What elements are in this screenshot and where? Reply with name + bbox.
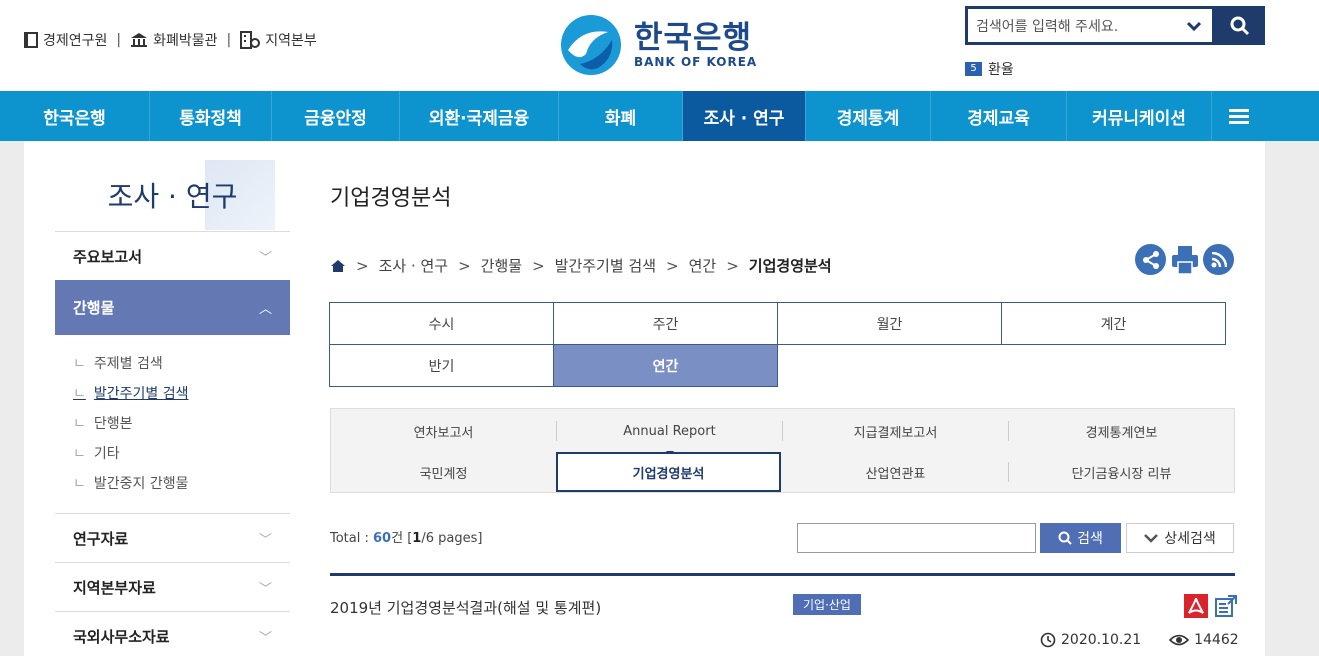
nav-item[interactable]: 경제교육 — [931, 91, 1067, 141]
item-date: 2020.10.21 — [1061, 632, 1142, 648]
pub-tab[interactable]: Annual Report — [557, 411, 782, 451]
side-group[interactable]: 연구자료 ﹀ — [55, 513, 290, 562]
external-link-icon[interactable] — [1214, 594, 1238, 622]
period-tab[interactable]: 수시 — [329, 302, 554, 345]
museum-icon — [131, 33, 148, 47]
chevron-down-icon[interactable] — [1182, 16, 1206, 35]
search-input[interactable]: 검색어를 입력해 주세요. — [965, 6, 1215, 45]
main-nav: 한국은행 통화정책 금융안정 외환·국제금융 화폐 조사 · 연구 경제통계 경… — [0, 91, 1319, 141]
util-link-museum[interactable]: 화폐박물관 — [130, 30, 218, 50]
breadcrumb-item[interactable]: 간행물 — [481, 255, 522, 276]
period-tab[interactable]: 월간 — [777, 302, 1002, 345]
pub-tab[interactable]: 연차보고서 — [331, 411, 556, 451]
side-sub-item-active[interactable]: ㄴ 발간주기별 검색 — [73, 379, 290, 409]
side-nav: 주요보고서 ﹀ 간행물 ︿ ㄴ 주제별 검색 ㄴ 발간주기별 검색 ㄴ 단행본 ㄴ 기타 ㄴ… — [55, 231, 290, 660]
rss-icon[interactable] — [1203, 244, 1234, 275]
bank-logo-icon — [561, 15, 621, 75]
side-sub-item[interactable]: ㄴ 주제별 검색 — [73, 349, 290, 379]
rank-keyword: 환율 — [988, 62, 1014, 76]
pub-tab[interactable]: 경제통계연보 — [1009, 411, 1234, 451]
advanced-search-button[interactable]: 상세검색 — [1126, 523, 1234, 553]
chevron-down-icon — [1144, 534, 1159, 543]
nav-item-active[interactable]: 조사 · 연구 — [683, 91, 806, 141]
page-tools — [1135, 244, 1237, 275]
search-icon — [1230, 16, 1250, 35]
result-count: Total : 60건 [1/6 pages] — [330, 531, 483, 546]
item-meta: 2020.10.21 14462 — [1040, 632, 1243, 648]
chevron-up-icon: ︿ — [258, 302, 272, 317]
list-search-button[interactable]: 검색 — [1040, 523, 1121, 553]
search-placeholder: 검색어를 입력해 주세요. — [976, 18, 1119, 35]
side-sub-item[interactable]: ㄴ 발간중지 간행물 — [73, 469, 290, 499]
side-group[interactable]: 국외사무소자료 ﹀ — [55, 611, 290, 660]
list-search-input[interactable] — [797, 523, 1036, 553]
util-link-institute[interactable]: 경제연구원 — [24, 30, 107, 50]
nav-item[interactable]: 한국은행 — [0, 91, 150, 141]
breadcrumb-item[interactable]: 발간주기별 검색 — [555, 255, 656, 276]
pub-tab[interactable]: 국민계정 — [331, 452, 556, 492]
category-badge: 기업·산업 — [793, 594, 861, 615]
period-tab[interactable]: 주간 — [553, 302, 778, 345]
side-group[interactable]: 지역본부자료 ﹀ — [55, 562, 290, 611]
menu-icon[interactable] — [1212, 91, 1266, 141]
nav-item[interactable]: 통화정책 — [150, 91, 272, 141]
clock-icon — [1040, 632, 1056, 648]
chevron-down-icon: ﹀ — [258, 581, 272, 597]
logo-english: BANK OF KOREA — [634, 55, 758, 69]
pub-tab[interactable]: 산업연관표 — [783, 452, 1008, 492]
pdf-icon[interactable] — [1184, 594, 1208, 622]
chevron-down-icon: ﹀ — [258, 532, 272, 548]
period-tab[interactable]: 계간 — [1001, 302, 1226, 345]
list-divider — [330, 573, 1235, 576]
chevron-down-icon: ﹀ — [258, 250, 272, 266]
list-item-title[interactable]: 2019년 기업경영분석결과(해설 및 통계편) — [330, 597, 601, 618]
logo-korean: 한국은행 — [634, 20, 753, 56]
util-link-regional[interactable]: 지역본부 — [240, 30, 317, 50]
period-tabs: 수시 주간 월간 계간 반기 연간 — [329, 302, 1230, 387]
breadcrumb-current: 기업경영분석 — [748, 257, 832, 275]
util-label: 지역본부 — [265, 33, 317, 49]
rank-number: 5 — [965, 62, 982, 76]
home-icon[interactable] — [330, 259, 346, 273]
util-label: 화폐박물관 — [153, 33, 218, 49]
utility-links: 경제연구원 | 화폐박물관 | 지역본부 — [24, 30, 317, 50]
publication-tabs: 연차보고서 Annual Report 지급결제보고서 경제통계연보 국민계정 … — [330, 408, 1235, 493]
page-title: 기업경영분석 — [330, 186, 452, 211]
print-icon[interactable] — [1169, 244, 1200, 275]
item-views: 14462 — [1194, 632, 1239, 648]
site-logo[interactable]: 한국은행 BANK OF KOREA — [560, 14, 757, 76]
period-tab-active[interactable]: 연간 — [553, 344, 778, 387]
nav-item[interactable]: 경제통계 — [806, 91, 931, 141]
side-sub-item[interactable]: ㄴ 단행본 — [73, 409, 290, 439]
nav-item[interactable]: 외환·국제금융 — [400, 91, 559, 141]
side-group-active[interactable]: 간행물 ︿ — [55, 280, 290, 335]
util-label: 경제연구원 — [43, 33, 108, 49]
building-icon — [240, 31, 261, 49]
pub-tab-active[interactable]: 기업경영분석 — [556, 452, 781, 492]
side-sub-item[interactable]: ㄴ 기타 — [73, 439, 290, 469]
search-button[interactable] — [1215, 6, 1265, 45]
popular-keyword[interactable]: 5 환율 — [965, 62, 1014, 76]
pub-tab[interactable]: 지급결제보고서 — [783, 411, 1008, 451]
header: 경제연구원 | 화폐박물관 | 지역본부 한국은행 BANK OF KOREA … — [0, 0, 1319, 91]
nav-item[interactable]: 금융안정 — [272, 91, 400, 141]
nav-item[interactable]: 커뮤니케이션 — [1067, 91, 1212, 141]
breadcrumb-item[interactable]: 조사 · 연구 — [379, 255, 449, 276]
pub-tab[interactable]: 단기금융시장 리뷰 — [1009, 452, 1234, 492]
side-group[interactable]: 주요보고서 ﹀ — [55, 231, 290, 280]
share-icon[interactable] — [1135, 244, 1166, 275]
lnb-title: 조사 · 연구 — [107, 180, 238, 213]
side-submenu: ㄴ 주제별 검색 ㄴ 발간주기별 검색 ㄴ 단행본 ㄴ 기타 ㄴ 발간중지 간행물 — [55, 335, 290, 513]
period-tab[interactable]: 반기 — [329, 344, 554, 387]
nav-item[interactable]: 화폐 — [559, 91, 683, 141]
book-icon — [24, 32, 38, 48]
search-icon — [1058, 531, 1072, 545]
breadcrumb: > 조사 · 연구 > 간행물 > 발간주기별 검색 > 연간 > 기업경영분석 — [330, 255, 832, 276]
chevron-down-icon: ﹀ — [258, 630, 272, 646]
eye-icon — [1169, 634, 1190, 646]
breadcrumb-item[interactable]: 연간 — [689, 255, 717, 276]
